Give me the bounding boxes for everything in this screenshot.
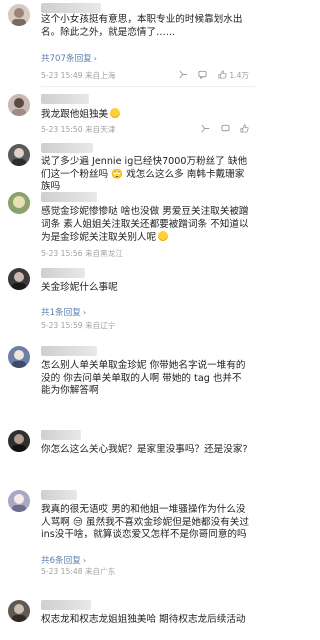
timestamp: 5-23 15:49 (41, 71, 83, 80)
timestamp: 5-23 15:56 (41, 249, 83, 258)
comment-text: 关金珍妮什么事呢 (41, 282, 118, 293)
comment-text: 我真的很无语哎 男的和他姐一堆骚操作为什么没人骂啊 😒 虽然我不喜欢金珍妮但是她… (41, 504, 249, 541)
reply-button[interactable] (198, 70, 208, 82)
comment-text: 感觉金珍妮惨惨哒 啥也没做 男爱豆关注取关被蹭词条 素人姐姐关注取关还都要被蹭词… (41, 206, 249, 244)
comment-item[interactable]: 这个小女孩挺有意思，本职专业的时候靠划水出名。除此之外，就是恋情了…… 共707… (0, 0, 255, 88)
share-button[interactable] (179, 70, 188, 82)
view-replies-link[interactable]: 共1条回复 › (41, 306, 86, 318)
chevron-right-icon: › (82, 308, 87, 317)
location: 来自黑龙江 (84, 249, 123, 258)
view-replies-link[interactable]: 共707条回复 › (41, 52, 97, 64)
comment-feed: 这个小女孩挺有意思，本职专业的时候靠划水出名。除此之外，就是恋情了…… 共707… (0, 0, 255, 640)
location: 来自广东 (84, 567, 116, 576)
username[interactable] (41, 490, 77, 500)
thumbs-up-icon (240, 124, 249, 133)
location: 来自天津 (84, 125, 116, 134)
username[interactable] (41, 143, 93, 153)
replies-count-label: 共6条回复 (41, 556, 81, 566)
comment-text: 说了多少遍 Jennie ig已经快7000万粉丝了 缺他们这一个粉丝吗 🙄 戏… (41, 156, 248, 193)
comment-meta: 5-23 15:59 来自辽宁 (41, 320, 249, 332)
comment-meta: 5-23 15:49 来自上海 1.4万 (41, 70, 249, 82)
username[interactable] (41, 346, 97, 356)
avatar[interactable] (8, 94, 30, 116)
comment-icon (198, 70, 208, 79)
avatar[interactable] (8, 268, 30, 290)
username[interactable] (41, 94, 89, 104)
location: 来自上海 (84, 71, 116, 80)
share-icon (201, 124, 210, 133)
replies-count-label: 共1条回复 (41, 308, 81, 318)
comment-text: 权志龙和权志龙姐姐独美哈 期待权志龙后续活动 (41, 614, 246, 625)
timestamp: 5-23 15:48 (41, 567, 83, 576)
comment-item[interactable]: 关金珍妮什么事呢 共1条回复 › 5-23 15:59 来自辽宁 (0, 266, 255, 330)
avatar[interactable] (8, 4, 30, 26)
comment-item[interactable]: 怎么别人单关单取金珍妮 你带她名字说一堆有的没的 你去问单关单取的人啊 带她的 … (0, 344, 255, 428)
comment-item[interactable]: 我龙跟他姐独美 5-23 15:50 来自天津 (0, 88, 255, 138)
avatar[interactable] (8, 490, 30, 512)
replies-count-label: 共707条回复 (41, 54, 92, 64)
comment-item[interactable]: 感觉金珍妮惨惨哒 啥也没做 男爱豆关注取关被蹭词条 素人姐姐关注取关还都要被蹭词… (0, 190, 255, 262)
username[interactable] (41, 3, 101, 13)
avatar[interactable] (8, 346, 30, 368)
like-button[interactable]: 1.4万 (218, 70, 249, 82)
username[interactable] (41, 192, 97, 202)
like-count: 1.4万 (229, 71, 249, 80)
avatar[interactable] (8, 600, 30, 622)
username[interactable] (41, 430, 81, 440)
comment-meta: 5-23 15:50 来自天津 (41, 124, 249, 136)
comment-text: 你怎么这么关心我妮？是家里没事吗？还是没家? (41, 444, 248, 455)
reply-button[interactable] (221, 124, 230, 136)
comment-meta: 5-23 15:48 来自广东 (41, 566, 249, 578)
comment-text: 怎么别人单关单取金珍妮 你带她名字说一堆有的没的 你去问单关单取的人啊 带她的 … (41, 360, 246, 397)
comment-item[interactable]: 我真的很无语哎 男的和他姐一堆骚操作为什么没人骂啊 😒 虽然我不喜欢金珍妮但是她… (0, 488, 255, 576)
comment-text: 这个小女孩挺有意思，本职专业的时候靠划水出名。除此之外，就是恋情了…… (41, 14, 243, 38)
share-icon (179, 70, 188, 79)
like-button[interactable] (240, 124, 249, 136)
share-button[interactable] (201, 124, 210, 136)
comment-meta: 5-23 15:56 来自黑龙江 (41, 248, 249, 260)
thumbs-up-icon (218, 70, 227, 79)
chevron-right-icon: › (82, 556, 87, 565)
username[interactable] (41, 268, 85, 278)
avatar[interactable] (8, 430, 30, 452)
avatar[interactable] (8, 144, 30, 166)
comment-item[interactable]: 你怎么这么关心我妮？是家里没事吗？还是没家? (0, 428, 255, 488)
username[interactable] (41, 600, 91, 610)
comment-icon (221, 124, 230, 133)
emoji-icon (158, 231, 169, 242)
location: 来自辽宁 (84, 321, 116, 330)
view-replies-link[interactable]: 共6条回复 › (41, 554, 86, 566)
emoji-icon (110, 108, 121, 118)
chevron-right-icon: › (93, 54, 97, 63)
timestamp: 5-23 15:59 (41, 321, 83, 330)
timestamp: 5-23 15:50 (41, 125, 83, 134)
comment-item[interactable]: 权志龙和权志龙姐姐独美哈 期待权志龙后续活动 (0, 598, 255, 640)
avatar[interactable] (8, 192, 30, 214)
comment-text: 我龙跟他姐独美 (41, 108, 249, 122)
divider (41, 86, 255, 87)
